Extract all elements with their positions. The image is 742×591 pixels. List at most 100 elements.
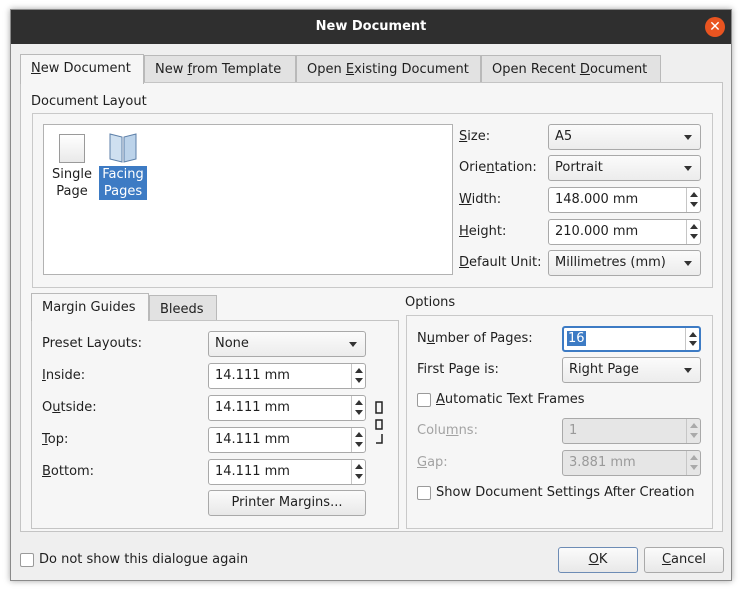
chevron-down-icon [684, 261, 692, 266]
columns-label: Columns: [417, 423, 478, 438]
top-margin-input[interactable]: 14.111 mm [208, 427, 366, 453]
spin-up-icon[interactable] [355, 400, 363, 405]
automatic-text-frames-checkbox[interactable] [417, 393, 431, 407]
gap-spinner[interactable] [686, 451, 700, 475]
tab-new-from-template[interactable]: New from Template [144, 55, 296, 83]
tab-margin-guides-label: Margin Guides [42, 300, 136, 315]
width-input[interactable]: 148.000 mm [548, 187, 701, 213]
facing-pages-label-line2: Pages [103, 184, 143, 199]
inside-margin-spinner[interactable] [351, 364, 365, 388]
top-label: Top: [42, 432, 69, 447]
number-of-pages-input[interactable]: 16 [562, 326, 701, 352]
default-unit-dropdown[interactable]: Millimetres (mm) [548, 250, 701, 276]
tab-margin-guides[interactable]: Margin Guides [31, 293, 149, 321]
height-spinner[interactable] [686, 220, 700, 244]
window-title: New Document [315, 19, 427, 34]
inside-margin-input[interactable]: 14.111 mm [208, 363, 366, 389]
printer-margins-button[interactable]: Printer Margins... [208, 490, 366, 516]
spin-down-icon[interactable] [355, 474, 363, 479]
number-of-pages-value: 16 [567, 331, 586, 346]
spin-down-icon[interactable] [355, 378, 363, 383]
show-settings-checkbox[interactable] [417, 486, 431, 500]
show-settings-label[interactable]: Show Document Settings After Creation [436, 485, 695, 500]
gap-label: Gap: [417, 455, 448, 470]
columns-input[interactable]: 1 [562, 418, 701, 444]
top-margin-spinner[interactable] [351, 428, 365, 452]
dont-show-again-checkbox[interactable] [20, 553, 34, 567]
size-dropdown[interactable]: A5 [548, 124, 701, 150]
spin-down-icon[interactable] [690, 234, 698, 239]
spin-up-icon[interactable] [690, 224, 698, 229]
chevron-down-icon [684, 135, 692, 140]
facing-pages-icon[interactable] [108, 132, 138, 164]
tab-label-post: rom Template [192, 62, 282, 77]
number-of-pages-spinner[interactable] [685, 328, 699, 350]
gap-input[interactable]: 3.881 mm [562, 450, 701, 476]
tab-label-key: D [579, 62, 590, 77]
spin-up-icon[interactable] [689, 332, 697, 337]
cancel-button[interactable]: Cancel [644, 547, 724, 573]
spin-up-icon[interactable] [690, 455, 698, 460]
height-value: 210.000 mm [555, 224, 639, 239]
preset-layouts-dropdown[interactable]: None [208, 331, 366, 357]
tab-label-key: E [345, 62, 355, 77]
document-layout-heading: Document Layout [31, 94, 147, 109]
spin-down-icon[interactable] [690, 465, 698, 470]
first-page-dropdown[interactable]: Right Page [562, 357, 701, 383]
first-page-value: Right Page [569, 362, 639, 377]
spin-down-icon[interactable] [689, 341, 697, 346]
close-icon[interactable]: ✕ [705, 17, 725, 37]
outside-margin-value: 14.111 mm [215, 400, 290, 415]
spin-down-icon[interactable] [690, 433, 698, 438]
preset-layouts-label: Preset Layouts: [42, 336, 143, 351]
spin-down-icon[interactable] [355, 442, 363, 447]
gap-value: 3.881 mm [569, 455, 636, 470]
tab-bleeds[interactable]: Bleeds [149, 295, 217, 321]
facing-pages-label-line1: Facing [102, 167, 144, 182]
new-document-dialog: New Document ✕ New Document New from Tem… [10, 9, 732, 581]
inside-margin-value: 14.111 mm [215, 368, 290, 383]
chevron-down-icon [349, 342, 357, 347]
outside-label: Outside: [42, 400, 97, 415]
spin-up-icon[interactable] [355, 368, 363, 373]
spin-up-icon[interactable] [355, 432, 363, 437]
outside-margin-input[interactable]: 14.111 mm [208, 395, 366, 421]
single-page-label-line2: Page [56, 184, 88, 199]
size-label: Size: [459, 129, 491, 144]
orientation-dropdown[interactable]: Portrait [548, 155, 701, 181]
tab-label-post: ocument [589, 62, 648, 77]
tab-label-pre: Open [307, 62, 346, 77]
tab-label-key: N [31, 61, 41, 76]
single-page-label-line1: Single [52, 167, 92, 182]
bottom-margin-input[interactable]: 14.111 mm [208, 459, 366, 485]
spin-up-icon[interactable] [355, 464, 363, 469]
width-label: Width: [459, 192, 502, 207]
automatic-text-frames-label[interactable]: Automatic Text Frames [436, 392, 585, 407]
bottom-margin-spinner[interactable] [351, 460, 365, 484]
spin-up-icon[interactable] [690, 192, 698, 197]
columns-spinner[interactable] [686, 419, 700, 443]
tab-new-document[interactable]: New Document [20, 54, 144, 84]
height-input[interactable]: 210.000 mm [548, 219, 701, 245]
columns-value: 1 [569, 423, 578, 438]
outside-margin-spinner[interactable] [351, 396, 365, 420]
tab-label-pre: Open Recent [492, 62, 580, 77]
width-spinner[interactable] [686, 188, 700, 212]
spin-up-icon[interactable] [690, 423, 698, 428]
single-page-option[interactable]: Single Page [51, 166, 93, 200]
single-page-icon[interactable] [59, 134, 85, 163]
chain-link-icon[interactable] [374, 401, 386, 445]
spin-down-icon[interactable] [690, 202, 698, 207]
spin-down-icon[interactable] [355, 410, 363, 415]
tab-open-existing-document[interactable]: Open Existing Document [296, 55, 481, 83]
ok-button[interactable]: OK [558, 547, 638, 573]
title-bar[interactable]: New Document ✕ [11, 10, 731, 44]
options-heading: Options [405, 295, 456, 310]
height-label: Height: [459, 224, 507, 239]
tab-open-recent-document[interactable]: Open Recent Document [481, 55, 661, 83]
preset-layouts-value: None [215, 336, 249, 351]
facing-pages-option[interactable]: Facing Pages [99, 166, 147, 200]
dont-show-again-label[interactable]: Do not show this dialogue again [39, 552, 248, 567]
default-unit-value: Millimetres (mm) [555, 255, 666, 270]
tab-label-post: xisting Document [354, 62, 469, 77]
